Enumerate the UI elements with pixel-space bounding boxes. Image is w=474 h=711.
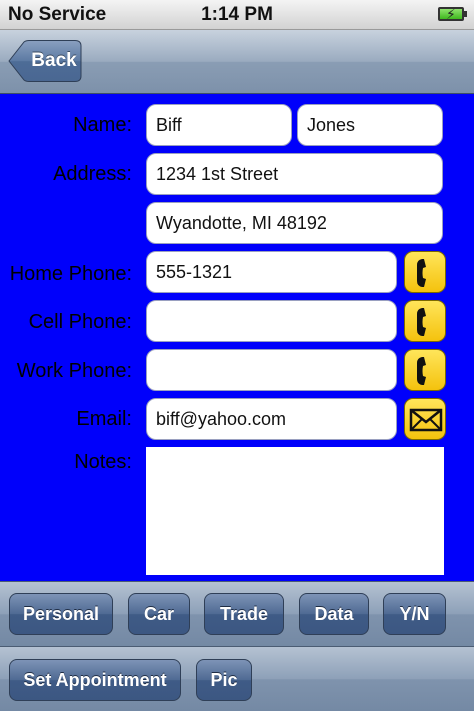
last-name-field[interactable]: Jones [297,104,443,146]
home-phone-label: Home Phone: [9,263,132,285]
work-phone-field[interactable] [146,349,397,391]
first-name-field[interactable]: Biff [146,104,292,146]
address-label: Address: [53,163,132,185]
work-phone-label: Work Phone: [16,360,132,382]
status-bar: No Service 1:14 PM ⚡ [0,0,474,30]
data-button[interactable]: Data [299,593,369,635]
notes-label: Notes: [74,451,132,473]
address-line1-field[interactable]: 1234 1st Street [146,153,443,195]
back-button-label: Back [31,50,77,71]
battery-tip [464,11,467,17]
notes-textarea[interactable] [146,447,444,575]
car-button[interactable]: Car [128,593,190,635]
phone-handset-icon [417,357,426,385]
personal-button[interactable]: Personal [9,593,113,635]
yes-no-button[interactable]: Y/N [383,593,446,635]
call-cell-button[interactable] [404,300,446,342]
pic-button[interactable]: Pic [196,659,252,701]
phone-handset-icon [417,259,426,287]
address-line2-field[interactable]: Wyandotte, MI 48192 [146,202,443,244]
set-appointment-button[interactable]: Set Appointment [9,659,181,701]
name-label: Name: [73,114,132,136]
cell-phone-field[interactable] [146,300,397,342]
email-field[interactable]: biff@yahoo.com [146,398,397,440]
trade-button[interactable]: Trade [204,593,284,635]
clock: 1:14 PM [201,4,273,25]
envelope-icon [409,408,443,432]
phone-handset-icon [417,308,426,336]
call-home-button[interactable] [404,251,446,293]
screen: No Service 1:14 PM ⚡ Back Name: Biff Jon… [0,0,474,711]
call-work-button[interactable] [404,349,446,391]
home-phone-field[interactable]: 555-1321 [146,251,397,293]
action-toolbar: Set Appointment Pic [0,646,474,711]
email-label: Email: [76,408,132,430]
section-toolbar: Personal Car Trade Data Y/N [0,581,474,646]
navigation-bar: Back [0,30,474,94]
charging-bolt-icon: ⚡ [446,6,456,22]
back-button[interactable]: Back [8,40,82,82]
send-email-button[interactable] [404,398,446,440]
cell-phone-label: Cell Phone: [28,311,132,333]
